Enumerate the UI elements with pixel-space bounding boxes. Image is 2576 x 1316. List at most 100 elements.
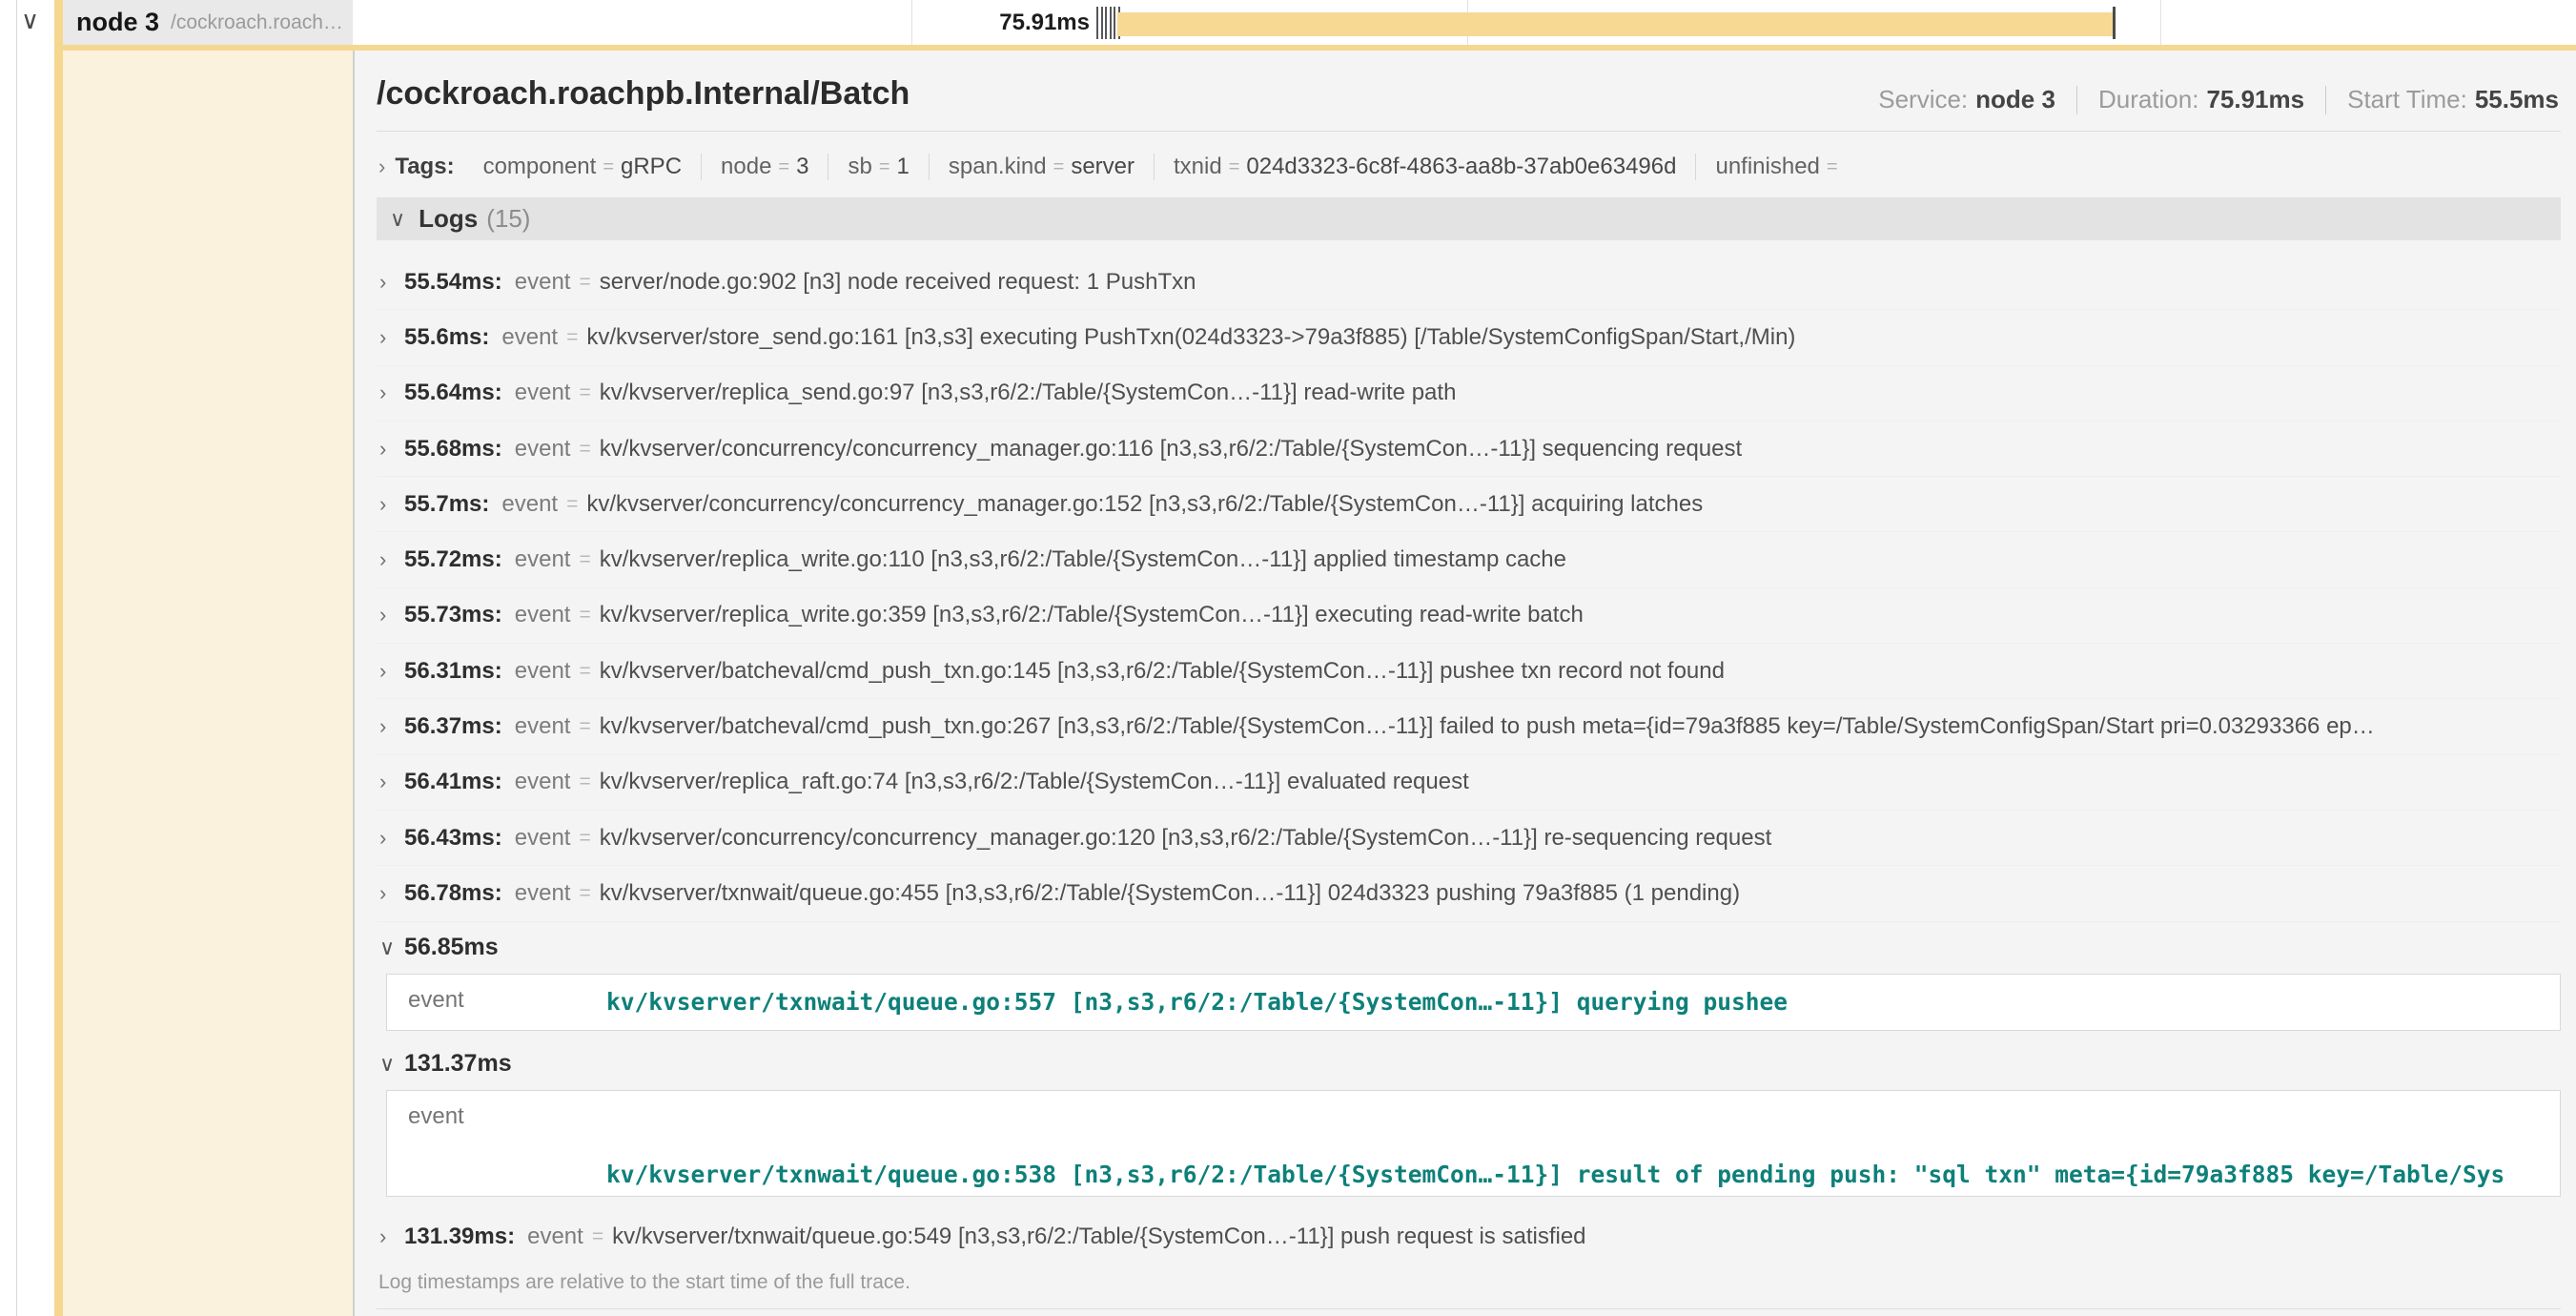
log-message: kv/kvserver/batcheval/cmd_push_txn.go:26… [600, 713, 2561, 740]
log-timestamp: 55.54ms: [404, 269, 502, 296]
log-timestamp: 56.41ms: [404, 769, 502, 795]
log-key: event [515, 658, 571, 685]
log-timestamp: 56.43ms: [404, 825, 502, 852]
equals-sign: = [592, 1225, 603, 1248]
collapse-span-chevron-icon[interactable]: ∨ [21, 6, 39, 35]
log-timestamp: 55.72ms: [404, 546, 502, 573]
log-message: kv/kvserver/txnwait/queue.go:455 [n3,s3,… [600, 880, 2561, 907]
tag-value: 024d3323-6c8f-4863-aa8b-37ab0e63496d [1246, 154, 1676, 180]
tag-value: 1 [897, 154, 910, 180]
log-row[interactable]: › 55.68ms: event = kv/kvserver/concurren… [377, 422, 2561, 477]
chevron-right-icon: › [379, 437, 404, 462]
log-field-value: kv/kvserver/txnwait/queue.go:538 [n3,s3,… [606, 1091, 2504, 1196]
logs-section-bottom-border [377, 1308, 2561, 1309]
duration-label: Duration: [2098, 85, 2199, 114]
equals-sign: = [579, 715, 590, 738]
log-key: event [515, 880, 571, 907]
log-detail-card: event kv/kvserver/txnwait/queue.go:538 [… [386, 1090, 2561, 1197]
tag-sb: sb = 1 [828, 154, 928, 180]
log-message: kv/kvserver/concurrency/concurrency_mana… [600, 436, 2561, 463]
log-timestamp: 56.85ms [404, 934, 499, 961]
log-row-expanded-header[interactable]: ∨ 131.37ms [377, 1042, 2561, 1086]
duration-value: 75.91ms [2206, 85, 2304, 114]
log-row[interactable]: › 56.78ms: event = kv/kvserver/txnwait/q… [377, 866, 2561, 921]
tag-value: 3 [796, 154, 808, 180]
log-timestamp: 56.31ms: [404, 658, 502, 685]
detail-row-name-column [63, 51, 353, 1316]
log-key: event [515, 380, 571, 406]
chevron-right-icon: › [379, 770, 404, 794]
meta-divider [2325, 86, 2326, 114]
log-row[interactable]: › 55.7ms: event = kv/kvserver/concurrenc… [377, 477, 2561, 532]
chevron-down-icon[interactable]: ∨ [390, 207, 405, 232]
span-detail-panel: /cockroach.roachpb.Internal/Batch Servic… [353, 51, 2576, 1316]
chevron-right-icon[interactable]: › [378, 154, 385, 179]
service-label: Service: [1878, 85, 1968, 114]
tag-value: gRPC [621, 154, 682, 180]
log-key: event [515, 436, 571, 463]
tag-txnid: txnid = 024d3323-6c8f-4863-aa8b-37ab0e63… [1154, 154, 1695, 180]
logs-footer-note: Log timestamps are relative to the start… [377, 1271, 2561, 1294]
span-color-stripe [54, 51, 63, 1316]
log-row[interactable]: › 55.72ms: event = kv/kvserver/replica_w… [377, 532, 2561, 587]
start-time-value: 55.5ms [2475, 85, 2559, 114]
log-row[interactable]: › 55.54ms: event = server/node.go:902 [n… [377, 255, 2561, 310]
header-divider [377, 131, 2561, 132]
log-row[interactable]: › 55.64ms: event = kv/kvserver/replica_s… [377, 366, 2561, 422]
equals-sign: = [566, 493, 578, 516]
log-row[interactable]: › 56.43ms: event = kv/kvserver/concurren… [377, 811, 2561, 866]
chevron-down-icon: ∨ [379, 936, 404, 960]
log-field-value-line: kv/kvserver/txnwait/queue.go:538 [n3,s3,… [606, 1160, 2504, 1189]
span-meta: Service: node 3 Duration: 75.91ms Start … [1878, 85, 2559, 114]
service-value: node 3 [1975, 85, 2055, 114]
log-message: kv/kvserver/replica_send.go:97 [n3,s3,r6… [600, 380, 2561, 406]
span-color-bar [54, 0, 63, 45]
chevron-right-icon: › [379, 881, 404, 906]
log-key: event [515, 825, 571, 852]
log-timestamp: 56.37ms: [404, 713, 502, 740]
log-row[interactable]: › 131.39ms: event = kv/kvserver/txnwait/… [377, 1210, 2561, 1264]
log-key: event [501, 491, 558, 518]
log-row[interactable]: › 56.31ms: event = kv/kvserver/batcheval… [377, 644, 2561, 699]
equals-sign: = [566, 326, 578, 349]
chevron-right-icon: › [379, 659, 404, 684]
chevron-right-icon: › [379, 603, 404, 627]
chevron-right-icon: › [379, 826, 404, 851]
span-duration-bar[interactable] [1117, 12, 2113, 36]
tag-key: component [483, 154, 597, 180]
span-service-name: node 3 [76, 8, 159, 37]
equals-sign: = [579, 604, 590, 627]
log-row[interactable]: › 55.73ms: event = kv/kvserver/replica_w… [377, 588, 2561, 644]
log-row-expanded-header[interactable]: ∨ 56.85ms [377, 922, 2561, 974]
logs-count: (15) [486, 204, 530, 234]
log-timestamp: 131.39ms: [404, 1223, 515, 1250]
log-timestamp: 55.73ms: [404, 602, 502, 628]
log-message: server/node.go:902 [n3] node received re… [600, 269, 2561, 296]
span-title: /cockroach.roachpb.Internal/Batch [377, 75, 910, 113]
log-key: event [527, 1223, 583, 1250]
log-row[interactable]: › 55.6ms: event = kv/kvserver/store_send… [377, 310, 2561, 365]
log-message: kv/kvserver/replica_write.go:110 [n3,s3,… [600, 546, 2561, 573]
span-bar-end-marker [2113, 7, 2116, 39]
chevron-right-icon: › [379, 547, 404, 572]
log-field-key: event [387, 975, 606, 1030]
span-name-cell[interactable]: node 3 /cockroach.roach… [54, 0, 353, 45]
log-row[interactable]: › 56.37ms: event = kv/kvserver/batcheval… [377, 699, 2561, 754]
start-time-label: Start Time: [2347, 85, 2467, 114]
timeline-gridline [2160, 0, 2161, 45]
log-row[interactable]: › 56.41ms: event = kv/kvserver/replica_r… [377, 755, 2561, 811]
log-message: kv/kvserver/batcheval/cmd_push_txn.go:14… [600, 658, 2561, 685]
tags-section-header[interactable]: › Tags: component = gRPC node = 3 sb = 1… [377, 146, 2561, 188]
log-timestamp: 55.6ms: [404, 324, 489, 351]
span-duration-label: 75.91ms [899, 10, 1090, 36]
tag-value: server [1071, 154, 1135, 180]
logs-section-header[interactable]: ∨ Logs (15) [377, 197, 2561, 240]
tag-key: unfinished [1715, 154, 1819, 180]
log-detail-card: event kv/kvserver/txnwait/queue.go:557 [… [386, 974, 2561, 1031]
log-timestamp: 56.78ms: [404, 880, 502, 907]
log-timestamp: 55.68ms: [404, 436, 502, 463]
equals-sign: = [579, 882, 590, 905]
chevron-right-icon: › [379, 270, 404, 295]
equals-sign: = [579, 548, 590, 571]
tag-span-kind: span.kind = server [929, 154, 1154, 180]
